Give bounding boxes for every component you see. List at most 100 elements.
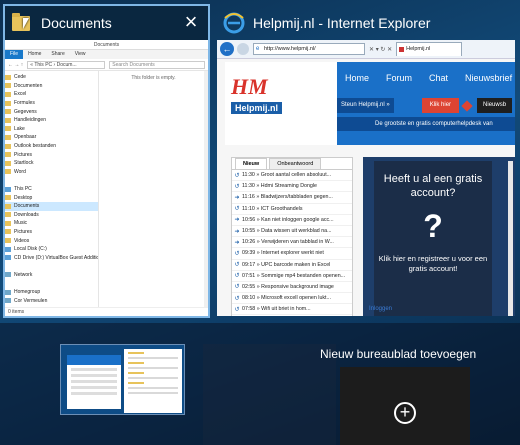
explorer-titlebar: Documents [5,40,208,50]
news-item-text: 07:51 » Sommige mp4 bestanden openen... [242,272,346,279]
ribbon-tab-share: Share [51,51,65,57]
site-tagline: De grootste en gratis computerhelpdesk v… [337,117,515,131]
nav-item: Videos [5,236,98,245]
news-item-text: 09:39 » Internet explorer werkt niet [242,250,324,257]
nav-item-label: Documents [14,203,40,210]
news-tab-nieuw: Nieuw [235,158,268,169]
nav-item: Outlook bestanden [5,142,98,151]
news-arrow-icon: ➜ [234,194,240,201]
new-desktop-button[interactable]: + [340,367,470,445]
news-item: ↺ 09:17 » UPC barcode maken in Excel [232,260,352,271]
news-item-text: 11:10 » ICT Groothandels [242,205,303,212]
nav-item-label: Gegevens [14,108,37,115]
task-view-window-explorer[interactable]: Documents × Documents File Home Share Vi… [3,4,210,318]
network-icon [5,272,11,278]
address-actions-icon: ✕ ▾ ↻ ✕ [369,46,393,53]
steun-link: Steun Helpmij.nl » [337,98,394,113]
folder-icon [5,152,11,158]
folder-icon [5,195,11,201]
explorer-content: This folder is empty. [99,71,208,307]
site-logo-area: HM Helpmij.nl [225,62,337,145]
network-icon [5,289,11,295]
nav-item: Formules [5,99,98,108]
news-arrow-icon: ↺ [234,250,240,257]
ribbon-tab-file: File [5,50,24,59]
news-arrow-icon: ↺ [234,206,240,213]
nav-item: Startlock [5,159,98,168]
nav-item: Homegroup [5,288,98,297]
folder-icon [5,220,11,226]
nav-item: Downloads [5,211,98,220]
news-item: ↺ 09:39 » Internet explorer werkt niet [232,248,352,260]
news-arrow-icon: ↺ [234,262,240,269]
desktop-1-thumbnail[interactable] [60,344,185,415]
nav-item-label: Desktop [14,194,33,201]
explorer-address: « This PC › Docum... [27,60,106,69]
mouse-cursor-icon [23,18,29,29]
nav-item-label: Lake [14,125,25,132]
news-item-text: 11:30 » Groot aantal cellen absoluut... [242,172,332,179]
question-mark-icon: ? [423,208,443,244]
folder-icon [5,74,11,80]
news-item-text: 10:26 » Verwijderen van tabblad in W... [242,239,334,246]
news-arrow-icon: ↺ [234,295,240,302]
inloggen-heading: Inloggen [369,306,393,312]
nav-item: Gegevens [5,107,98,116]
network-icon [5,298,11,304]
news-item: ➜ 11:16 » Bladwijzers/tabbladen gegen... [232,192,352,204]
nav-item-label: Word [14,168,26,175]
folder-icon [5,229,11,235]
nav-item-label: Startlock [14,160,34,167]
folder-icon [5,134,11,140]
news-item-text: 08:10 » Microsoft excell openen lukt... [242,295,331,302]
nav-item: Pictures [5,228,98,237]
nav-item-label: Music [14,220,28,227]
ie-toolbar: ← http://www.helpmij.nl/ ✕ ▾ ↻ ✕ Helpmij… [217,40,515,59]
news-item: ↺ 11:30 » Groot aantal cellen absoluut... [232,170,352,182]
nav-item-label: Pictures [14,151,33,158]
nav-item-label: Documenten [14,82,43,89]
news-item: ➜ 10:56 » Kan niet inloggen google acc... [232,215,352,226]
news-arrow-icon: ↺ [234,172,240,179]
desktop-placeholder [203,344,336,445]
news-item-text: 09:17 » UPC barcode maken in Excel [242,261,331,268]
nav-item-label: Outlook bestanden [14,143,56,150]
news-item-text: 07:58 » Wifi uit briet in hom... [242,306,311,313]
site-nav-nieuwsbrief: Nieuwsbrief [465,73,513,83]
folder-icon [5,100,11,106]
news-item: ➜ 10:26 » Verwijderen van tabblad in W... [232,237,352,249]
nav-item-label: Downloads [14,211,39,218]
news-item: ➜ 10:55 » Data wissen uit werkblad na... [232,226,352,238]
explorer-preview: Documents File Home Share View ← → ↑ « T… [5,40,208,316]
nav-item: Handleidingen [5,116,98,125]
site-promo-bar: Steun Helpmij.nl » Klik hier Nieuwsb [337,98,515,113]
nav-item: Word [5,168,98,177]
computer-icon [5,255,11,261]
news-item: ↺ 02:55 » Responsive background image [232,282,352,294]
news-panel: Nieuw Onbeantwoord ↺ 11:30 » Groot aantal… [231,157,353,316]
news-item: ↺ 07:51 » Sommige mp4 bestanden openen... [232,271,352,282]
forward-arrow-icon [237,43,249,55]
nav-item-label: Handleidingen [14,117,46,124]
task-view-window-ie[interactable]: Helpmij.nl - Internet Explorer ← http://… [217,6,515,316]
ad-heading: Heeft u al een gratis account? [383,173,483,199]
computer-icon [5,186,11,192]
nav-item [5,176,98,185]
window-title: Helpmij.nl - Internet Explorer [253,15,431,31]
nieuwsbrief-button: Nieuwsb [477,98,513,113]
ad-footer: Klik hier en registreer u voor een grati… [378,254,488,273]
folder-icon [5,160,11,166]
nav-item-label: CD Drive (D:) VirtualBox Guest Additions [14,254,99,261]
site-navigation: Home Forum Chat Nieuwsbrief [345,73,512,83]
folder-icon [5,109,11,115]
window-titlebar: Helpmij.nl - Internet Explorer [217,6,515,40]
folder-icon [5,143,11,149]
close-window-button[interactable]: × [180,11,202,34]
site-nav-forum: Forum [386,73,413,83]
page-scrollbar [508,161,513,316]
nav-item [5,279,98,288]
nav-item: Lake [5,125,98,134]
news-list: ↺ 11:30 » Groot aantal cellen absoluut...… [232,170,352,316]
news-item: ↺ 11:30 » Hdmi Streaming Dongle [232,181,352,193]
nav-item: Documenten [5,82,98,91]
